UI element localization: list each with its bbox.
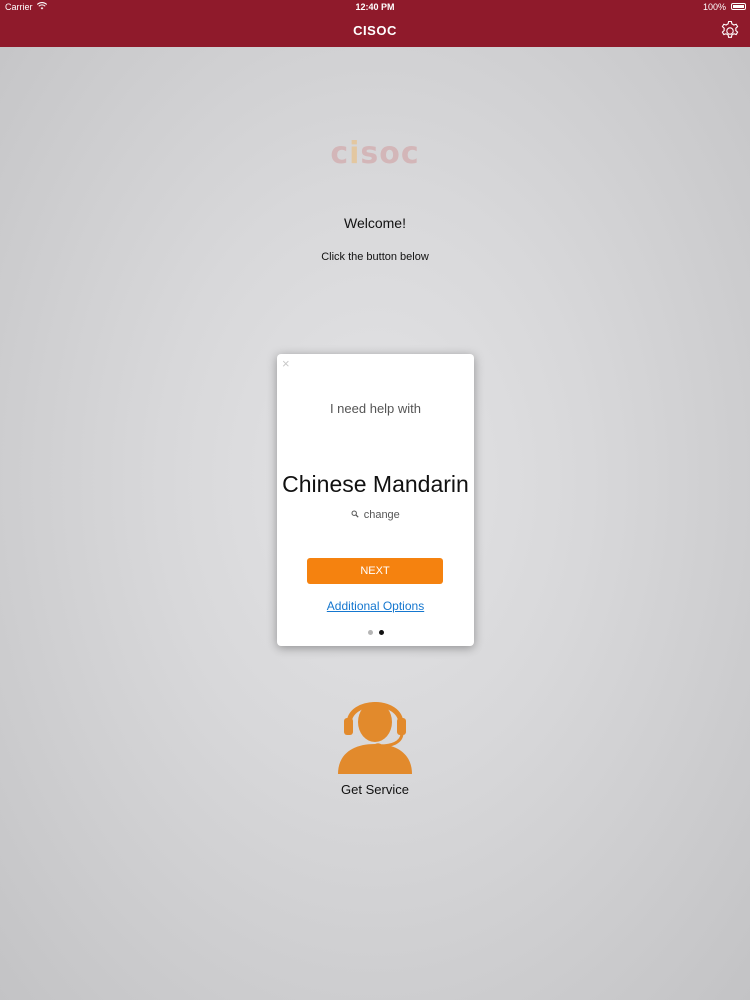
battery-percent: 100%: [702, 2, 726, 12]
logo-dotted-letter: i: [349, 136, 361, 171]
selected-language: Chinese Mandarin: [282, 471, 469, 497]
change-label: change: [363, 509, 400, 521]
page-title: CISOC: [353, 23, 397, 38]
status-bar: Carrier 12:40 PM 100%: [0, 0, 750, 15]
close-icon[interactable]: ×: [282, 356, 290, 371]
settings-button[interactable]: [718, 19, 742, 43]
get-service-label[interactable]: Get Service: [0, 782, 750, 797]
additional-options-link[interactable]: Additional Options: [277, 599, 474, 613]
headset-agent-icon[interactable]: [335, 688, 415, 776]
page-dot-1[interactable]: [367, 630, 373, 635]
page-dot-2[interactable]: [378, 630, 384, 635]
navigation-bar: CISOC: [0, 15, 750, 47]
cisoc-logo: cisoc: [0, 136, 750, 171]
logo-prefix: c: [330, 136, 350, 171]
page-indicator[interactable]: [277, 630, 474, 636]
welcome-subtitle: Click the button below: [321, 251, 429, 263]
status-time: 12:40 PM: [355, 2, 395, 12]
battery-icon: [731, 3, 746, 10]
welcome-heading: Welcome!: [344, 215, 406, 231]
next-button[interactable]: NEXT: [307, 558, 443, 584]
change-language-link[interactable]: change: [277, 509, 474, 521]
logo-suffix: soc: [360, 136, 420, 171]
language-dialog: × I need help with Chinese Mandarin chan…: [277, 354, 474, 646]
gear-icon: [721, 20, 739, 38]
help-label: I need help with: [329, 401, 422, 416]
search-icon: [351, 510, 362, 520]
